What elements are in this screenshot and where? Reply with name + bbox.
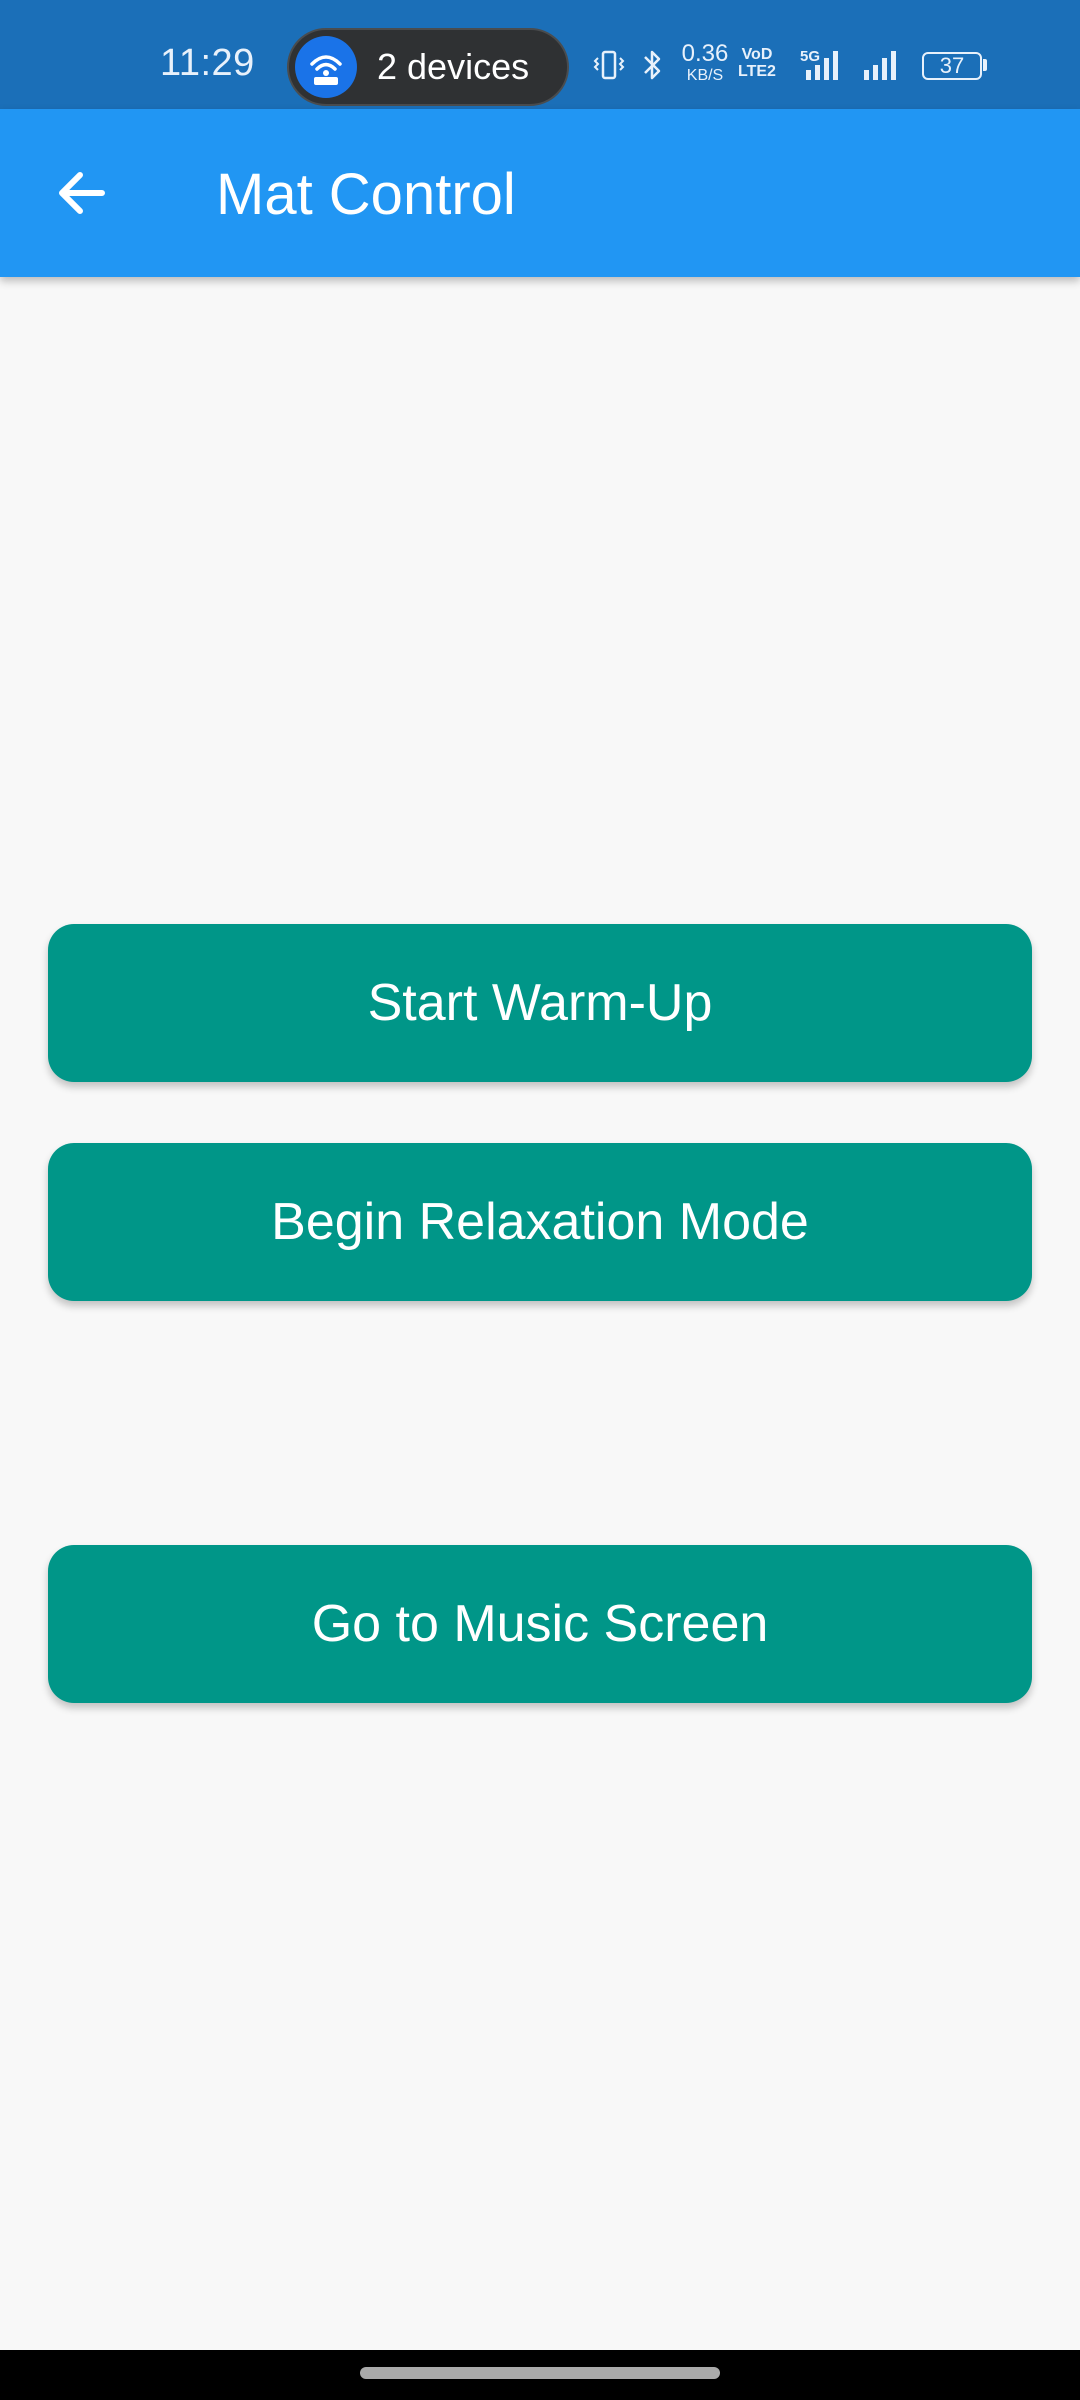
hotspot-icon [295, 36, 357, 98]
net-speed-value: 0.36 [681, 40, 729, 67]
arrow-back-icon [59, 172, 105, 214]
net-speed-unit: KB/S [686, 67, 724, 84]
hotspot-pill[interactable]: 2 devices [287, 28, 569, 106]
back-button[interactable] [40, 153, 130, 233]
battery-icon: 37 [922, 52, 982, 80]
app-bar: Mat Control [0, 109, 1080, 277]
hotspot-label: 2 devices [377, 46, 530, 87]
net-speed: 0.36 KB/S [680, 42, 730, 84]
vibrate-icon [592, 50, 626, 85]
volte-top: VoD [741, 46, 773, 63]
start-warm-up-button[interactable]: Start Warm-Up [48, 924, 1032, 1082]
home-gesture-handle[interactable] [360, 2367, 720, 2379]
battery-tip [983, 59, 987, 71]
navigation-bar [0, 2350, 1080, 2400]
signal-icon [862, 48, 910, 87]
battery-level: 37 [939, 53, 965, 78]
bluetooth-icon [640, 48, 664, 87]
page-title: Mat Control [216, 162, 516, 227]
go-to-music-screen-button[interactable]: Go to Music Screen [48, 1545, 1032, 1703]
volte-bottom: LTE2 [738, 63, 776, 80]
status-bar: 11:29 2 devices 0.36 KB/S VoD LTE2 5G 37 [0, 0, 1080, 109]
begin-relaxation-mode-button[interactable]: Begin Relaxation Mode [48, 1143, 1032, 1301]
volte-indicator: VoD LTE2 [738, 46, 776, 80]
status-time: 11:29 [160, 42, 255, 84]
